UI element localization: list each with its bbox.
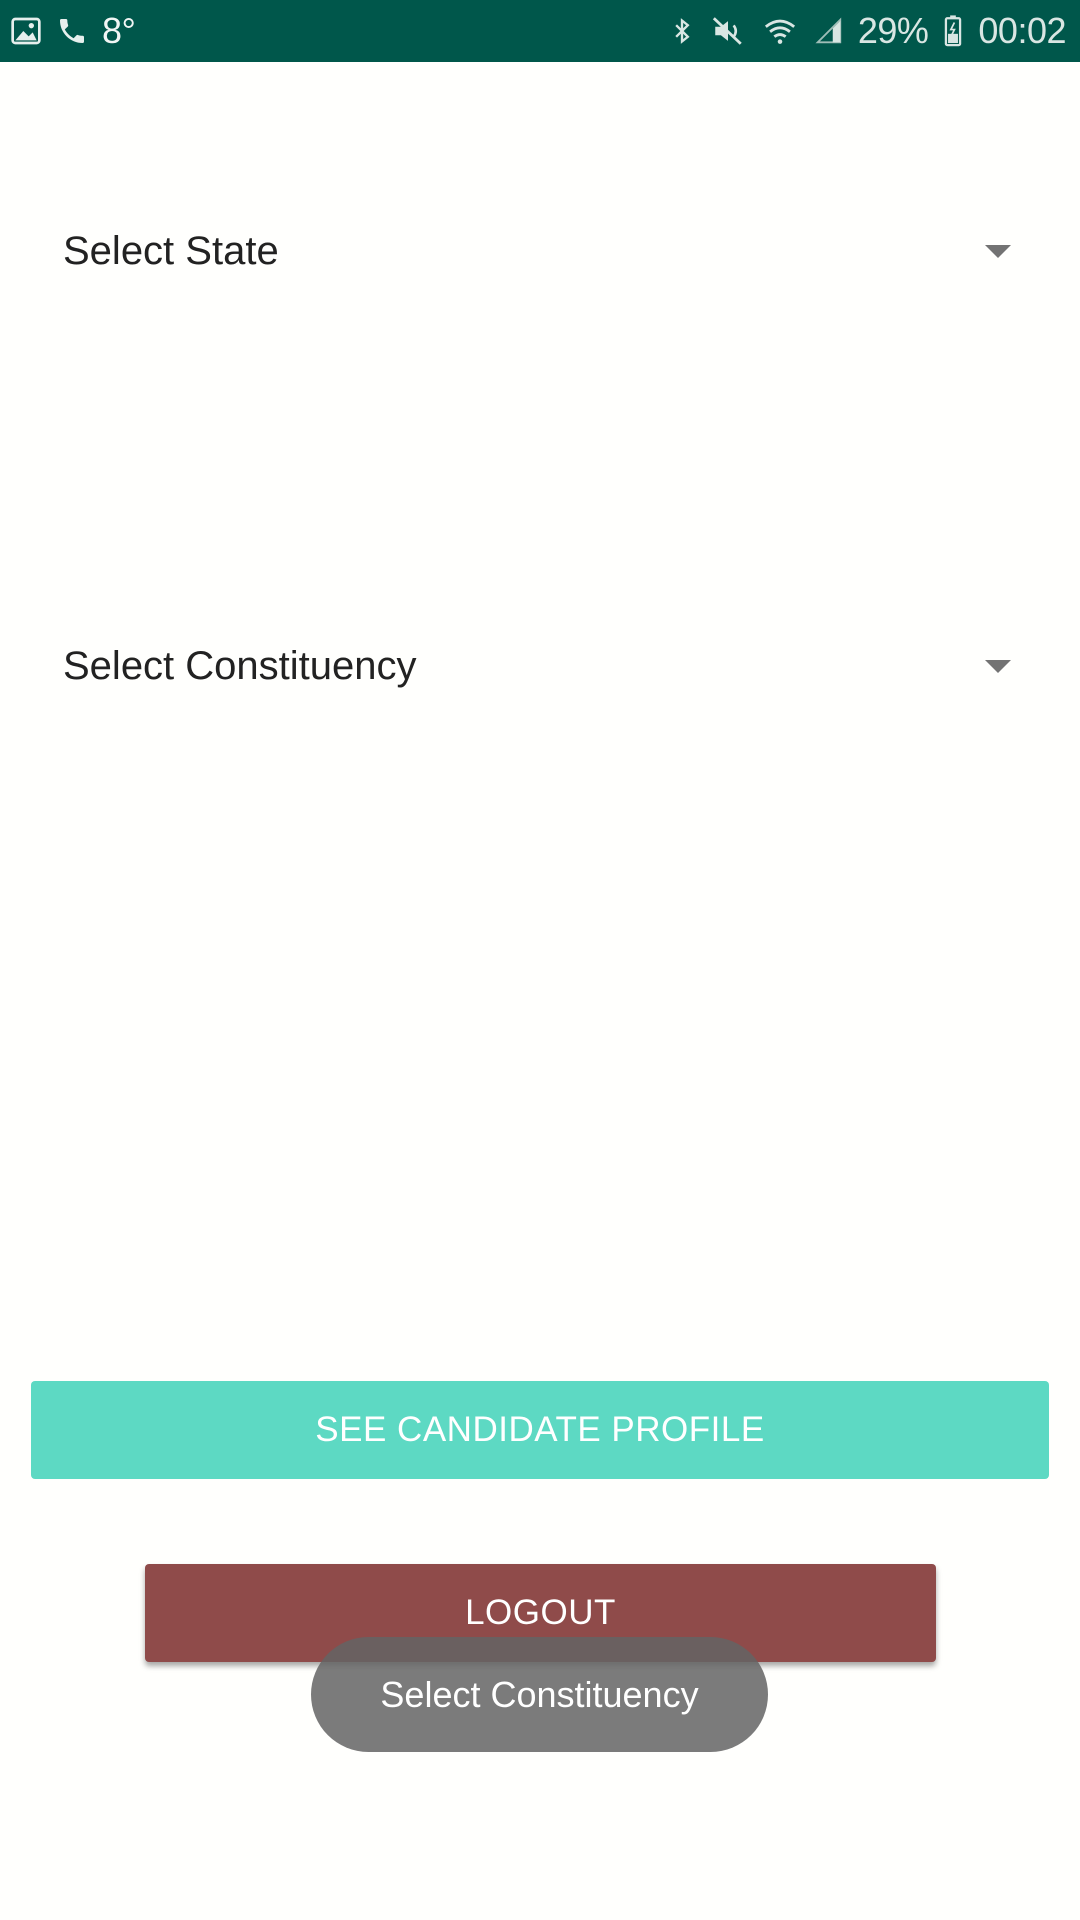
signal-icon	[814, 14, 844, 48]
battery-icon	[942, 14, 964, 48]
mute-icon	[710, 14, 746, 48]
status-bar: 8° 29% 00:02	[0, 0, 1080, 62]
toast-message: Select Constituency	[311, 1637, 768, 1752]
phone-icon	[56, 15, 88, 47]
dropdown-arrow-icon	[985, 244, 1011, 258]
toast-text: Select Constituency	[380, 1673, 699, 1715]
constituency-spinner[interactable]: Select Constituency	[63, 621, 1023, 711]
constituency-spinner-label: Select Constituency	[63, 643, 417, 688]
state-spinner[interactable]: Select State	[63, 206, 1023, 296]
clock-text: 00:02	[978, 10, 1066, 51]
temperature-text: 8°	[102, 10, 136, 51]
status-bar-right: 29% 00:02	[668, 10, 1066, 52]
bluetooth-icon	[668, 14, 696, 48]
gallery-icon	[10, 15, 42, 47]
dropdown-arrow-icon	[985, 659, 1011, 673]
wifi-icon	[760, 14, 800, 48]
app-screen: 8° 29% 00:02 Select State Select Constit…	[0, 0, 1080, 1920]
see-candidate-profile-button[interactable]: SEE CANDIDATE PROFILE	[31, 1381, 1049, 1479]
battery-percent-text: 29%	[857, 10, 929, 51]
status-bar-left: 8°	[10, 10, 136, 52]
state-spinner-label: Select State	[63, 228, 279, 273]
